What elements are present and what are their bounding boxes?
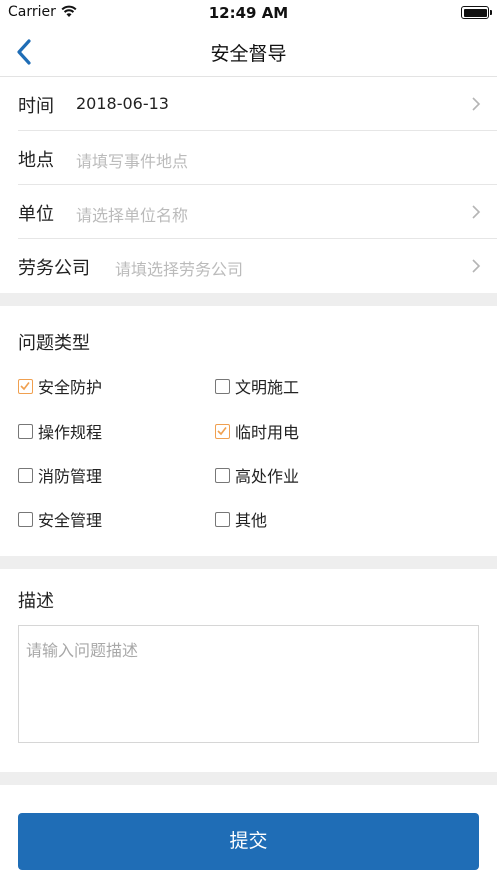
checkbox-option[interactable]: 安全防护 bbox=[18, 375, 102, 397]
checkbox-option[interactable]: 消防管理 bbox=[18, 464, 102, 486]
description-placeholder: 请输入问题描述 bbox=[26, 641, 139, 660]
time-row[interactable]: 时间 2018-06-13 bbox=[0, 77, 497, 131]
chevron-right-icon bbox=[472, 259, 481, 273]
checkbox-option[interactable]: 高处作业 bbox=[215, 464, 299, 486]
checkbox-option[interactable]: 临时用电 bbox=[215, 420, 299, 442]
location-row: 地点 请填写事件地点 bbox=[0, 131, 497, 185]
unit-select[interactable]: 请选择单位名称 bbox=[76, 202, 188, 226]
checkbox-icon[interactable] bbox=[18, 511, 33, 527]
labor-company-select[interactable]: 请填选择劳务公司 bbox=[115, 256, 243, 280]
checkbox-checked-icon[interactable] bbox=[215, 423, 230, 439]
checkbox-label: 操作规程 bbox=[38, 423, 103, 442]
issue-type-title: 问题类型 bbox=[18, 333, 90, 354]
description-textarea[interactable]: 请输入问题描述 bbox=[18, 625, 479, 743]
checkbox-checked-icon[interactable] bbox=[18, 378, 33, 394]
navigation-bar: 安全督导 bbox=[0, 26, 497, 77]
chevron-right-icon bbox=[472, 97, 481, 111]
checkbox-option[interactable]: 文明施工 bbox=[215, 375, 299, 397]
section-separator bbox=[0, 556, 497, 569]
status-time: 12:49 AM bbox=[208, 4, 289, 22]
time-label: 时间 bbox=[18, 96, 54, 117]
checkbox-label: 高处作业 bbox=[235, 467, 300, 486]
checkbox-icon[interactable] bbox=[18, 423, 33, 439]
labor-company-row[interactable]: 劳务公司 请填选择劳务公司 bbox=[0, 239, 497, 293]
checkbox-icon[interactable] bbox=[215, 467, 230, 483]
location-input[interactable]: 请填写事件地点 bbox=[76, 148, 188, 172]
chevron-right-icon bbox=[472, 205, 481, 219]
status-bar: Carrier 12:49 AM bbox=[0, 0, 497, 26]
description-title: 描述 bbox=[18, 591, 54, 612]
checkbox-option[interactable]: 操作规程 bbox=[18, 420, 102, 442]
checkbox-icon[interactable] bbox=[18, 467, 33, 483]
section-separator bbox=[0, 772, 497, 785]
checkbox-label: 安全管理 bbox=[38, 511, 103, 530]
checkbox-icon[interactable] bbox=[215, 378, 230, 394]
checkbox-option[interactable]: 其他 bbox=[215, 508, 267, 530]
battery-icon bbox=[461, 6, 492, 19]
labor-company-label: 劳务公司 bbox=[18, 258, 90, 279]
section-separator bbox=[0, 293, 497, 306]
checkbox-icon[interactable] bbox=[215, 511, 230, 527]
checkbox-label: 文明施工 bbox=[235, 378, 300, 397]
checkbox-label: 安全防护 bbox=[38, 378, 103, 397]
checkbox-option[interactable]: 安全管理 bbox=[18, 508, 102, 530]
unit-row[interactable]: 单位 请选择单位名称 bbox=[0, 185, 497, 239]
checkbox-label: 其他 bbox=[235, 511, 268, 530]
submit-button[interactable]: 提交 bbox=[18, 813, 479, 870]
checkbox-label: 消防管理 bbox=[38, 467, 103, 486]
checkbox-label: 临时用电 bbox=[235, 423, 300, 442]
time-value: 2018-06-13 bbox=[76, 94, 169, 113]
location-label: 地点 bbox=[18, 150, 54, 171]
page-title: 安全督导 bbox=[210, 43, 287, 65]
unit-label: 单位 bbox=[18, 204, 54, 225]
